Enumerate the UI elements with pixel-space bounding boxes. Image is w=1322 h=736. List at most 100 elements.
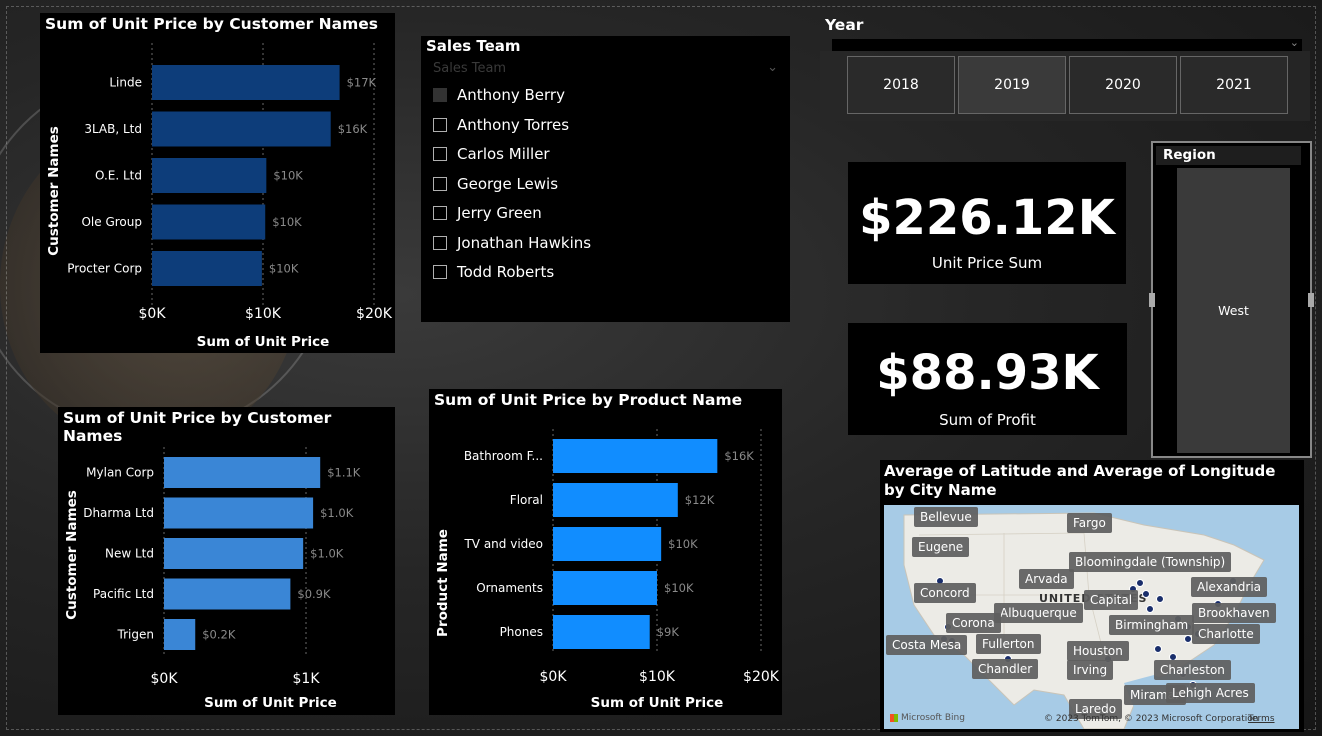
sales-team-option[interactable]: Anthony Torres bbox=[433, 114, 569, 136]
map-city-label[interactable]: Corona bbox=[946, 613, 1001, 633]
map-city-label[interactable]: Costa Mesa bbox=[886, 635, 968, 655]
option-label: Jonathan Hawkins bbox=[457, 233, 592, 252]
data-label: $0.9K bbox=[297, 587, 331, 601]
sales-team-option[interactable]: Todd Roberts bbox=[433, 261, 554, 283]
year-button-2021[interactable]: 2021 bbox=[1180, 56, 1288, 114]
x-tick-label: $10K bbox=[639, 669, 676, 685]
map-point[interactable] bbox=[1156, 595, 1164, 603]
slicer-dropdown-placeholder[interactable]: Sales Team bbox=[433, 61, 506, 76]
checkbox[interactable] bbox=[433, 206, 447, 220]
map-city-label[interactable]: Arvada bbox=[1019, 569, 1074, 589]
map-city-label[interactable]: Concord bbox=[914, 583, 976, 603]
category-label: 3LAB, Ltd bbox=[84, 122, 142, 136]
map-city-label[interactable]: Lehigh Acres bbox=[1166, 683, 1255, 703]
data-label: $16K bbox=[338, 122, 368, 136]
map-city-label[interactable]: Charleston bbox=[1154, 660, 1231, 680]
option-label: George Lewis bbox=[457, 174, 559, 193]
year-button-2019[interactable]: 2019 bbox=[958, 56, 1066, 114]
year-button-2018[interactable]: 2018 bbox=[847, 56, 955, 114]
map-city-label[interactable]: Chandler bbox=[972, 659, 1039, 679]
map-city-label[interactable]: Alexandria bbox=[1191, 577, 1268, 597]
chevron-down-icon[interactable]: ⌄ bbox=[1290, 36, 1299, 49]
sales-team-option[interactable]: Anthony Berry bbox=[433, 84, 565, 106]
bar[interactable] bbox=[152, 204, 266, 240]
year-dropdown[interactable]: ⌄ bbox=[832, 36, 1302, 51]
map-city-label[interactable]: Birmingham bbox=[1109, 615, 1195, 635]
map-point[interactable] bbox=[1142, 590, 1150, 598]
bar[interactable] bbox=[553, 571, 657, 605]
sales-team-option[interactable]: Jerry Green bbox=[433, 202, 542, 224]
x-tick-label: $10K bbox=[245, 306, 282, 322]
map-city-label[interactable]: Fargo bbox=[1067, 513, 1112, 533]
map-terms-link[interactable]: Terms bbox=[1248, 714, 1275, 724]
resize-handle[interactable] bbox=[1149, 293, 1155, 307]
map-point[interactable] bbox=[1136, 579, 1144, 587]
slicer-title: Sales Team bbox=[426, 37, 521, 55]
checkbox[interactable] bbox=[433, 265, 447, 279]
bar[interactable] bbox=[152, 251, 262, 286]
map-point[interactable] bbox=[1154, 645, 1162, 653]
bar[interactable] bbox=[553, 439, 718, 473]
bar[interactable] bbox=[553, 615, 650, 649]
map-city-label[interactable]: Eugene bbox=[912, 537, 970, 557]
customer-chart-top: Sum of Unit Price by Customer Names $0K $… bbox=[40, 13, 395, 353]
x-axis-title: Sum of Unit Price bbox=[197, 334, 330, 350]
checkbox[interactable] bbox=[433, 117, 447, 132]
map-city-label[interactable]: Brookhaven bbox=[1192, 603, 1276, 623]
product-chart: Sum of Unit Price by Product Name $0K $10… bbox=[429, 389, 782, 715]
map-city-label[interactable]: Capital bbox=[1084, 590, 1139, 610]
bar[interactable] bbox=[553, 527, 662, 561]
category-label: Bathroom F... bbox=[464, 449, 543, 463]
bar-chart: $0K $1K Mylan Corp $1.1K Dharma Ltd $1.0K New … bbox=[64, 447, 361, 711]
category-label: Pacific Ltd bbox=[93, 587, 154, 601]
bar[interactable] bbox=[164, 538, 304, 569]
bar[interactable] bbox=[164, 457, 321, 488]
bar[interactable] bbox=[164, 619, 196, 650]
map-city-label[interactable]: Charlotte bbox=[1192, 624, 1260, 644]
kpi-label: Sum of Profit bbox=[939, 411, 1036, 429]
category-label: Mylan Corp bbox=[86, 466, 154, 480]
x-tick-label: $1K bbox=[293, 671, 321, 687]
option-label: Anthony Berry bbox=[457, 86, 565, 104]
bar[interactable] bbox=[152, 65, 340, 100]
category-label: Dharma Ltd bbox=[83, 506, 154, 520]
region-tile-west[interactable]: West bbox=[1177, 168, 1290, 453]
data-label: $0.2K bbox=[202, 628, 236, 642]
checkbox[interactable] bbox=[433, 147, 447, 161]
data-label: $1.0K bbox=[310, 547, 344, 561]
chevron-down-icon[interactable]: ⌄ bbox=[767, 60, 778, 75]
x-axis-title: Sum of Unit Price bbox=[591, 695, 724, 711]
bar[interactable] bbox=[164, 578, 291, 610]
map-city-label[interactable]: Bloomingdale (Township) bbox=[1069, 552, 1232, 572]
map-point[interactable] bbox=[1146, 605, 1154, 613]
map-city-label[interactable]: Irving bbox=[1067, 660, 1114, 680]
bar[interactable] bbox=[553, 483, 678, 517]
map-canvas[interactable]: UNITED STATES BellevueFargoEugeneBloomin… bbox=[884, 505, 1299, 729]
map-city-label[interactable]: Bellevue bbox=[914, 507, 978, 527]
data-label: $16K bbox=[724, 449, 754, 463]
checkbox[interactable] bbox=[433, 88, 447, 102]
bar[interactable] bbox=[164, 497, 314, 529]
category-label: Procter Corp bbox=[67, 262, 142, 276]
bar[interactable] bbox=[152, 158, 267, 193]
map-point[interactable] bbox=[1184, 635, 1192, 643]
checkbox[interactable] bbox=[433, 235, 447, 250]
resize-handle[interactable] bbox=[1308, 293, 1314, 307]
sales-team-slicer: Sales Team Sales Team ⌄ Anthony Berry Ant… bbox=[421, 36, 790, 322]
map-city-label[interactable]: Fullerton bbox=[976, 634, 1041, 654]
category-label: Ornaments bbox=[476, 581, 543, 595]
checkbox[interactable] bbox=[433, 176, 447, 191]
map-city-label[interactable]: Houston bbox=[1067, 641, 1129, 661]
sales-team-option[interactable]: George Lewis bbox=[433, 173, 558, 195]
bar-chart: $0K $10K $20K Linde $17K 3LAB, Ltd $16K O.E. Lt… bbox=[46, 43, 393, 350]
category-label: TV and video bbox=[463, 537, 543, 551]
bar[interactable] bbox=[152, 111, 331, 147]
data-label: $10K bbox=[272, 215, 302, 229]
x-tick-label: $20K bbox=[356, 306, 393, 322]
data-label: $1.1K bbox=[327, 466, 361, 480]
year-button-2020[interactable]: 2020 bbox=[1069, 56, 1177, 114]
map-city-label[interactable]: Albuquerque bbox=[994, 603, 1083, 623]
option-label: Carlos Miller bbox=[457, 145, 550, 163]
sales-team-option[interactable]: Jonathan Hawkins bbox=[433, 232, 591, 254]
sales-team-option[interactable]: Carlos Miller bbox=[433, 143, 550, 165]
